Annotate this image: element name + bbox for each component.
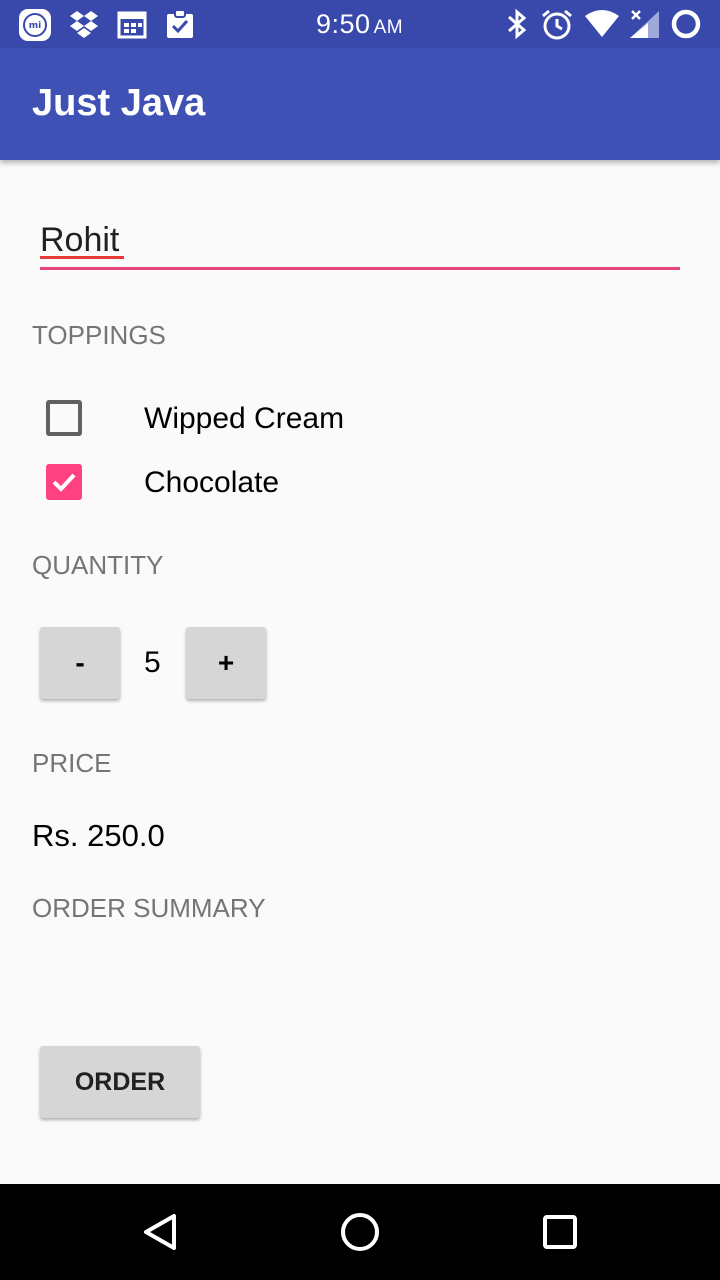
signal-icon — [628, 8, 660, 40]
mi-icon: mi — [18, 8, 51, 41]
app-bar: Just Java — [0, 48, 720, 160]
app-screen: mi 9:50 AM Just Java Rohit TOPPINGS Wipp… — [0, 0, 720, 1280]
status-time: 9:50 AM — [316, 9, 403, 40]
toppings-label: TOPPINGS — [32, 320, 166, 350]
dropbox-icon — [68, 8, 100, 40]
battery-ring-icon — [670, 8, 702, 40]
spellcheck-underline — [40, 256, 124, 259]
status-bar: mi 9:50 AM — [0, 0, 720, 48]
checkbox-chocolate[interactable]: Chocolate — [40, 458, 460, 510]
alarm-icon — [540, 8, 572, 40]
recents-icon[interactable] — [536, 1208, 584, 1256]
wifi-icon — [584, 8, 619, 40]
calendar-icon — [116, 8, 148, 40]
checkbox-unchecked-icon[interactable] — [46, 400, 82, 436]
order-button[interactable]: ORDER — [40, 1046, 200, 1118]
price-value: Rs. 250.0 — [32, 818, 165, 853]
price-label: PRICE — [32, 748, 112, 778]
name-input[interactable] — [40, 214, 680, 270]
bluetooth-icon — [502, 8, 534, 40]
quantity-value: 5 — [144, 646, 161, 679]
quantity-label: QUANTITY — [32, 550, 164, 580]
checkbox-label-whipped-cream: Wipped Cream — [144, 402, 345, 435]
increment-button[interactable]: + — [186, 627, 266, 699]
checkbox-label-chocolate: Chocolate — [144, 466, 280, 499]
decrement-button[interactable]: - — [40, 627, 120, 699]
app-title: Just Java — [32, 82, 206, 124]
status-time-value: 9:50 — [316, 9, 371, 39]
back-icon[interactable] — [136, 1208, 184, 1256]
clipboard-check-icon — [164, 8, 196, 40]
navigation-bar — [0, 1184, 720, 1280]
home-icon[interactable] — [336, 1208, 384, 1256]
svg-text:mi: mi — [29, 21, 41, 31]
checkbox-whipped-cream[interactable]: Wipped Cream — [40, 394, 460, 446]
status-time-ampm: AM — [373, 17, 404, 38]
checkbox-checked-icon[interactable] — [46, 464, 82, 500]
order-summary-label: ORDER SUMMARY — [32, 893, 266, 923]
